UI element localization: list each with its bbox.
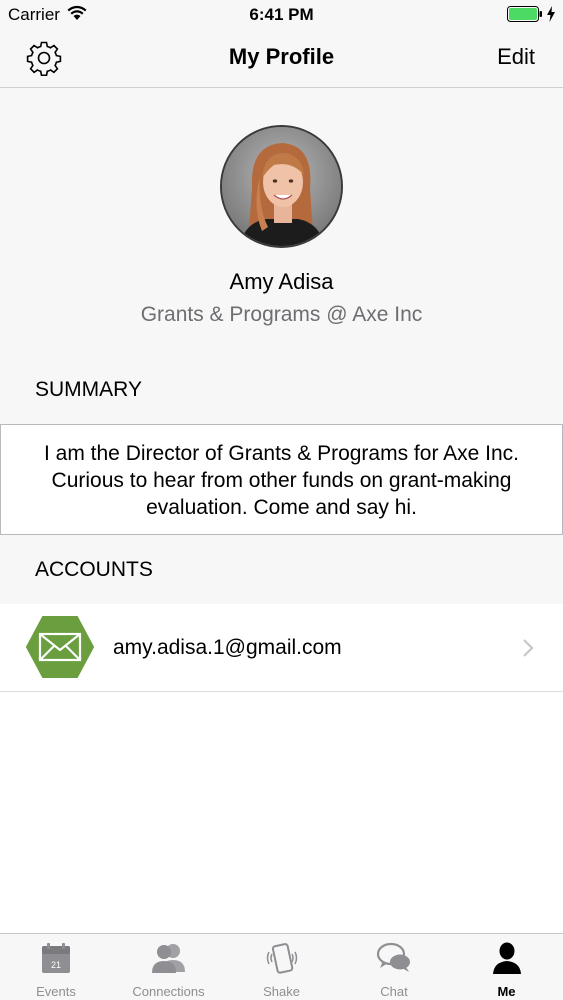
person-icon [492, 942, 522, 979]
nav-bar: My Profile Edit [0, 30, 563, 88]
battery-icon [507, 6, 543, 27]
charging-bolt-icon [546, 6, 556, 27]
status-bar: Carrier 6:41 PM [0, 0, 563, 30]
tab-label: Shake [263, 984, 300, 999]
page-title: My Profile [228, 44, 335, 69]
accounts-section: ACCOUNTS [0, 535, 563, 604]
tab-label: Me [497, 984, 516, 999]
accounts-section-header: ACCOUNTS [35, 558, 153, 581]
tab-label: Connections [132, 984, 205, 999]
account-row-email[interactable]: amy.adisa.1@gmail.com [0, 604, 563, 692]
tab-bar: 21 Events Connections Shake Chat Me [0, 933, 563, 1000]
profile-job-title: Grants & Programs @ Axe Inc [140, 303, 423, 326]
people-icon [151, 942, 187, 979]
avatar [220, 125, 343, 248]
account-email: amy.adisa.1@gmail.com [113, 636, 342, 659]
summary-text: I am the Director of Grants & Programs f… [0, 424, 563, 535]
summary-section-header: SUMMARY [35, 378, 142, 401]
profile-name: Amy Adisa [229, 269, 334, 294]
calendar-day: 21 [51, 960, 61, 970]
tab-connections[interactable]: Connections [112, 934, 225, 1000]
status-time: 6:41 PM [249, 5, 314, 24]
chat-bubbles-icon [376, 942, 412, 979]
profile-header: Amy Adisa Grants & Programs @ Axe Inc SU… [0, 88, 563, 424]
tab-me[interactable]: Me [450, 934, 563, 1000]
tab-shake[interactable]: Shake [225, 934, 338, 1000]
tab-events[interactable]: 21 Events [0, 934, 112, 1000]
edit-button[interactable]: Edit [497, 44, 535, 70]
mail-icon [26, 616, 94, 678]
tab-label: Events [36, 984, 76, 999]
tab-chat[interactable]: Chat [338, 934, 450, 1000]
tab-label: Chat [380, 984, 408, 999]
calendar-icon: 21 [41, 942, 71, 979]
shake-phone-icon [264, 942, 300, 981]
chevron-right-icon [522, 638, 534, 663]
